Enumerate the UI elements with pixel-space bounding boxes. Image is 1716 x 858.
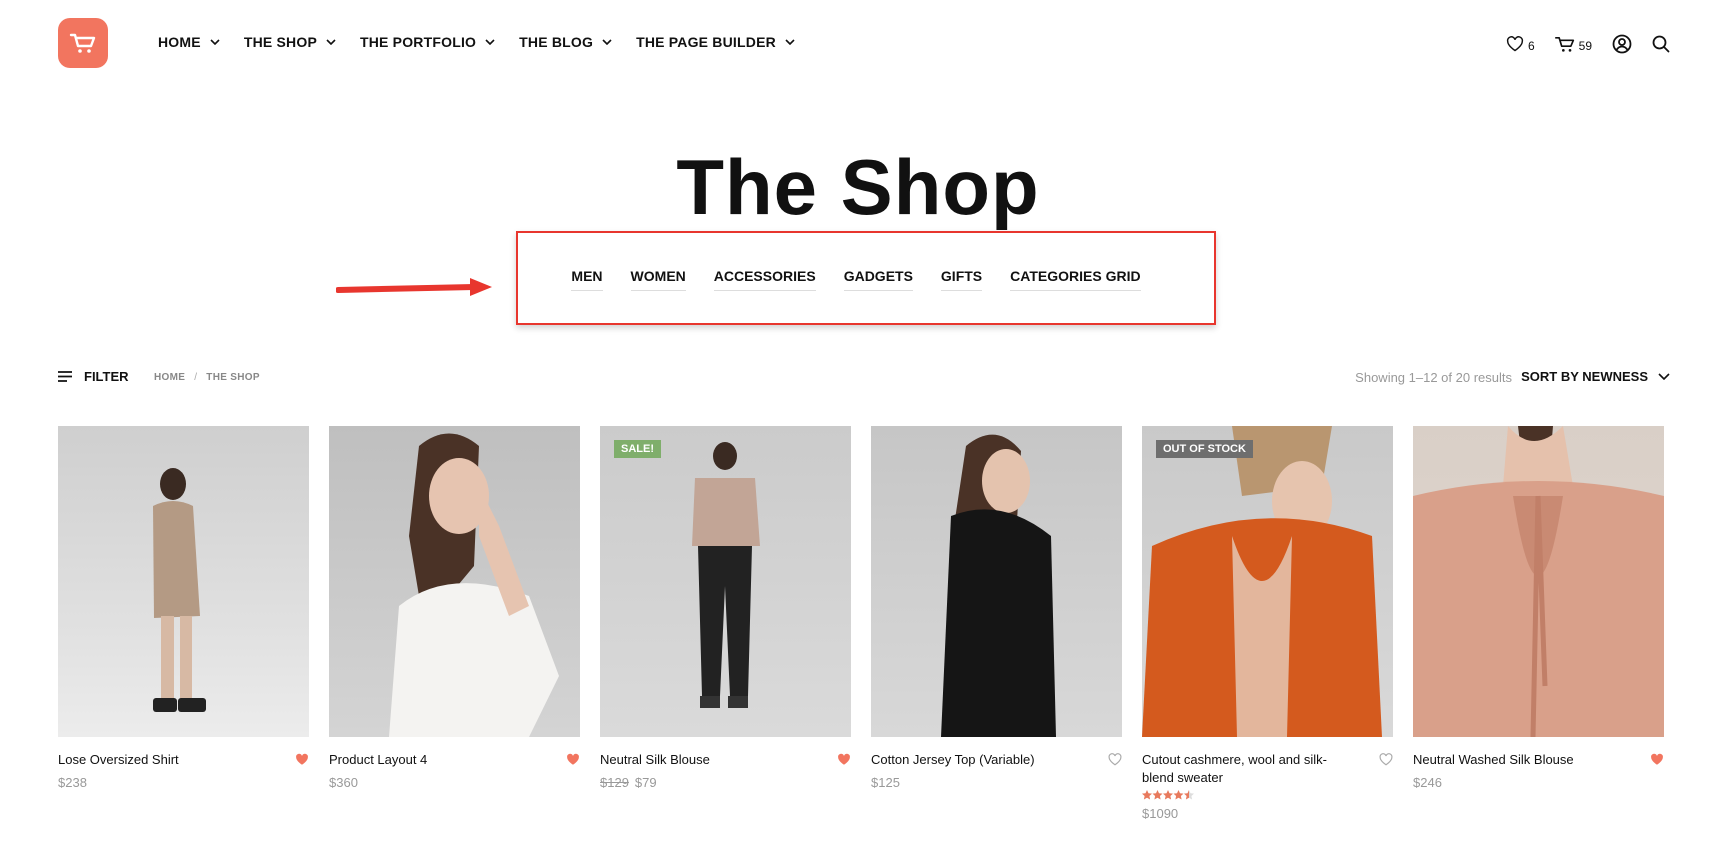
nav-item-label: THE BLOG — [519, 34, 594, 50]
breadcrumb-current: THE SHOP — [206, 372, 260, 383]
chevron-down-icon — [210, 39, 220, 45]
product-price: $125 — [871, 775, 1122, 790]
product-card: Neutral Washed Silk Blouse $246 — [1413, 426, 1664, 821]
heart-outline-icon[interactable] — [1108, 753, 1122, 766]
product-price: $129 $79 — [600, 775, 851, 790]
out-of-stock-badge: OUT OF STOCK — [1156, 440, 1253, 458]
breadcrumb-separator: / — [194, 372, 198, 383]
heart-filled-icon[interactable] — [1650, 753, 1664, 766]
chevron-down-icon — [485, 39, 495, 45]
product-image[interactable] — [871, 426, 1122, 737]
product-price: $1090 — [1142, 806, 1393, 821]
product-price: $246 — [1413, 775, 1664, 790]
price-current: $246 — [1413, 775, 1442, 790]
account-button[interactable] — [1612, 34, 1632, 57]
rating-stars — [1142, 790, 1393, 800]
product-name[interactable]: Neutral Silk Blouse — [600, 751, 810, 769]
price-current: $1090 — [1142, 806, 1179, 821]
heart-filled-icon[interactable] — [837, 753, 851, 766]
price-current: $79 — [634, 775, 657, 790]
main-nav: HOME THE SHOP THE PORTFOLIO THE BLOG THE… — [158, 34, 819, 50]
product-image[interactable] — [58, 426, 309, 737]
sort-dropdown[interactable]: SORT BY NEWNESS — [1521, 369, 1670, 384]
nav-item-label: HOME — [158, 34, 201, 50]
search-button[interactable] — [1652, 35, 1670, 56]
product-image[interactable]: SALE! — [600, 426, 851, 737]
nav-item-the-page-builder[interactable]: THE PAGE BUILDER — [636, 34, 795, 50]
category-gadgets[interactable]: GADGETS — [843, 268, 913, 291]
product-image[interactable]: OUT OF STOCK — [1142, 426, 1393, 737]
sort-label: SORT BY NEWNESS — [1521, 369, 1648, 384]
heart-icon — [1506, 36, 1524, 55]
product-card: SALE! Neutral Silk Blouse $129 $79 — [600, 426, 851, 821]
breadcrumb: HOME / THE SHOP — [154, 372, 260, 383]
category-men[interactable]: MEN — [571, 268, 603, 291]
filter-lines-icon — [58, 371, 72, 382]
filter-button[interactable]: FILTER — [58, 369, 129, 384]
nav-item-the-blog[interactable]: THE BLOG — [519, 34, 612, 50]
heart-filled-icon[interactable] — [295, 753, 309, 766]
product-grid: Lose Oversized Shirt $238 Product Layout… — [58, 426, 1664, 821]
chevron-down-icon — [602, 39, 612, 45]
category-nav: MEN WOMEN ACCESSORIES GADGETS GIFTS CATE… — [0, 268, 1716, 291]
product-price: $360 — [329, 775, 580, 790]
product-name[interactable]: Cutout cashmere, wool and silk-blend swe… — [1142, 751, 1352, 787]
cart-button[interactable]: 59 — [1554, 36, 1592, 56]
product-price: $238 — [58, 775, 309, 790]
wishlist-button[interactable]: 6 — [1506, 36, 1535, 55]
results-count: Showing 1–12 of 20 results — [1355, 370, 1512, 385]
price-old: $129 — [600, 775, 629, 790]
category-gifts[interactable]: GIFTS — [940, 268, 983, 291]
nav-item-label: THE SHOP — [243, 34, 317, 50]
chevron-down-icon — [326, 39, 336, 45]
nav-item-the-shop[interactable]: THE SHOP — [244, 34, 336, 50]
wishlist-count: 6 — [1527, 38, 1535, 53]
chevron-down-icon — [1658, 373, 1670, 380]
heart-outline-icon[interactable] — [1379, 753, 1393, 766]
price-current: $238 — [58, 775, 87, 790]
cart-icon — [1554, 36, 1575, 56]
product-card: OUT OF STOCK Cutout cashmere, wool and s… — [1142, 426, 1393, 821]
product-image[interactable] — [1413, 426, 1664, 737]
product-card: Lose Oversized Shirt $238 — [58, 426, 309, 821]
price-current: $360 — [329, 775, 358, 790]
product-card: Product Layout 4 $360 — [329, 426, 580, 821]
category-categories-grid[interactable]: CATEGORIES GRID — [1010, 268, 1141, 291]
cart-count: 59 — [1578, 38, 1592, 53]
page-title: The Shop — [676, 143, 1040, 231]
header-actions: 6 59 — [1486, 34, 1670, 57]
price-current: $125 — [871, 775, 900, 790]
product-image[interactable] — [329, 426, 580, 737]
product-name[interactable]: Lose Oversized Shirt — [58, 751, 268, 769]
category-women[interactable]: WOMEN — [630, 268, 686, 291]
filter-label: FILTER — [84, 369, 129, 384]
breadcrumb-home[interactable]: HOME — [154, 372, 185, 383]
nav-item-label: THE PORTFOLIO — [359, 34, 477, 50]
heart-filled-icon[interactable] — [566, 753, 580, 766]
chevron-down-icon — [785, 39, 795, 45]
product-name[interactable]: Product Layout 4 — [329, 751, 539, 769]
nav-item-label: THE PAGE BUILDER — [636, 34, 776, 50]
product-name[interactable]: Neutral Washed Silk Blouse — [1413, 751, 1623, 769]
nav-item-home[interactable]: HOME — [158, 34, 220, 50]
sale-badge: SALE! — [614, 440, 661, 458]
nav-item-the-portfolio[interactable]: THE PORTFOLIO — [360, 34, 495, 50]
logo-cart-icon[interactable] — [58, 18, 108, 68]
product-card: Cotton Jersey Top (Variable) $125 — [871, 426, 1122, 821]
user-icon — [1612, 34, 1632, 57]
product-name[interactable]: Cotton Jersey Top (Variable) — [871, 751, 1081, 769]
category-accessories[interactable]: ACCESSORIES — [713, 268, 816, 291]
search-icon — [1652, 35, 1670, 56]
